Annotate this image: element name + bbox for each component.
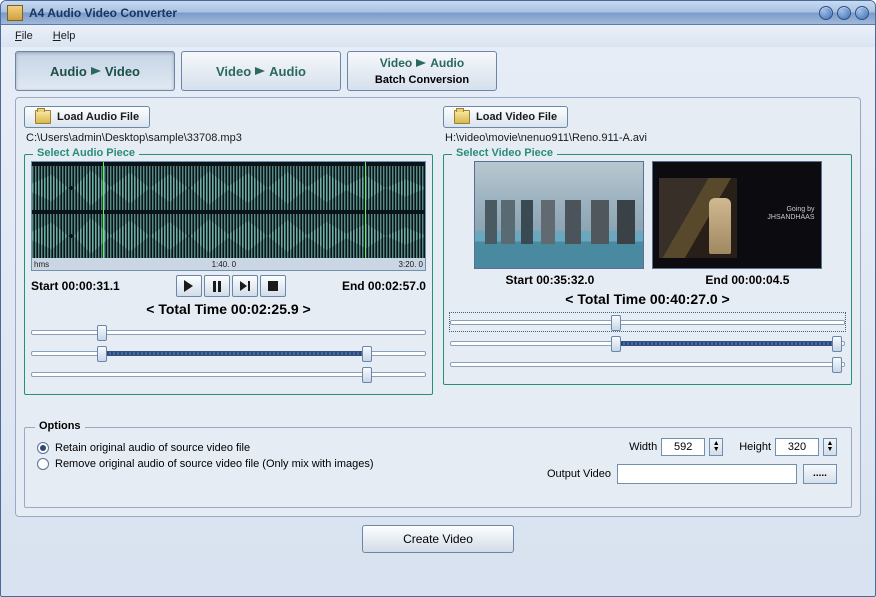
radio-icon[interactable] <box>37 458 49 470</box>
app-window: A4 Audio Video Converter FFileile HHelpe… <box>0 0 876 597</box>
audio-start-slider[interactable] <box>31 323 426 341</box>
load-audio-button[interactable]: Load Audio File <box>24 106 150 128</box>
video-start-slider[interactable] <box>450 313 845 331</box>
options-group: Options Retain original audio of source … <box>24 427 852 509</box>
width-input[interactable] <box>661 438 705 456</box>
audio-legend: Select Audio Piece <box>33 147 139 159</box>
audio-range-slider[interactable] <box>31 344 426 362</box>
video-end-frame[interactable]: Going by JHSANDHAAS <box>652 161 822 269</box>
video-total: < Total Time 00:40:27.0 > <box>450 291 845 307</box>
audio-panel: Load Audio File C:\Users\admin\Desktop\s… <box>24 106 433 417</box>
app-icon <box>7 5 23 21</box>
arrow-right-icon <box>255 67 265 75</box>
play-button[interactable] <box>176 275 202 297</box>
minimize-button[interactable] <box>819 6 833 20</box>
menu-file[interactable]: FFileile <box>15 30 33 42</box>
audio-end-slider[interactable] <box>31 365 426 383</box>
menubar: FFileile HHelpelp <box>1 25 875 47</box>
pause-button[interactable] <box>204 275 230 297</box>
window-title: A4 Audio Video Converter <box>29 6 815 20</box>
video-range-slider[interactable] <box>450 334 845 352</box>
audio-path: C:\Users\admin\Desktop\sample\33708.mp3 <box>26 132 431 144</box>
width-label: Width <box>629 441 657 453</box>
audio-start: Start 00:00:31.1 <box>31 279 120 293</box>
dimensions: Width ▲▼ Height ▲▼ <box>629 438 837 456</box>
video-end-slider[interactable] <box>450 355 845 373</box>
folder-open-icon <box>35 110 51 124</box>
video-group: Select Video Piece Going by JHSANDHAAS S… <box>443 154 852 385</box>
options-legend: Options <box>35 420 85 432</box>
arrow-right-icon <box>416 59 426 67</box>
menu-help[interactable]: HHelpelp <box>53 30 76 42</box>
radio-icon[interactable] <box>37 442 49 454</box>
stop-button[interactable] <box>260 275 286 297</box>
output-label: Output Video <box>547 468 611 480</box>
height-spinner[interactable]: ▲▼ <box>823 438 837 456</box>
video-legend: Select Video Piece <box>452 147 557 159</box>
tabbar: Audio Video Video Audio Video Audio Batc… <box>15 51 861 91</box>
load-video-button[interactable]: Load Video File <box>443 106 568 128</box>
width-spinner[interactable]: ▲▼ <box>709 438 723 456</box>
audio-waveform[interactable]: hms 1:40. 0 3:20. 0 <box>31 161 426 271</box>
arrow-right-icon <box>91 67 101 75</box>
audio-group: Select Audio Piece hms 1:40. 0 3:20. 0 S… <box>24 154 433 395</box>
height-input[interactable] <box>775 438 819 456</box>
folder-open-icon <box>454 110 470 124</box>
video-start: Start 00:35:32.0 <box>506 273 595 287</box>
titlebar: A4 Audio Video Converter <box>1 1 875 25</box>
close-button[interactable] <box>855 6 869 20</box>
video-start-frame[interactable] <box>474 161 644 269</box>
audio-selection[interactable] <box>103 162 366 258</box>
tab-video-to-audio[interactable]: Video Audio <box>181 51 341 91</box>
output-path-input[interactable] <box>617 464 797 484</box>
audio-total: < Total Time 00:02:25.9 > <box>31 301 426 317</box>
tab-audio-to-video[interactable]: Audio Video <box>15 51 175 91</box>
workarea: Load Audio File C:\Users\admin\Desktop\s… <box>15 97 861 517</box>
step-forward-button[interactable] <box>232 275 258 297</box>
audio-ruler: hms 1:40. 0 3:20. 0 <box>32 258 425 270</box>
maximize-button[interactable] <box>837 6 851 20</box>
video-end: End 00:00:04.5 <box>705 273 789 287</box>
browse-button[interactable]: ..... <box>803 464 837 484</box>
create-video-button[interactable]: Create Video <box>362 525 514 553</box>
audio-end: End 00:02:57.0 <box>342 279 426 293</box>
video-panel: Load Video File H:\video\movie\nenuo911\… <box>443 106 852 417</box>
height-label: Height <box>739 441 771 453</box>
tab-batch-conversion[interactable]: Video Audio Batch Conversion <box>347 51 497 91</box>
transport-controls <box>176 275 286 297</box>
video-path: H:\video\movie\nenuo911\Reno.911-A.avi <box>445 132 850 144</box>
